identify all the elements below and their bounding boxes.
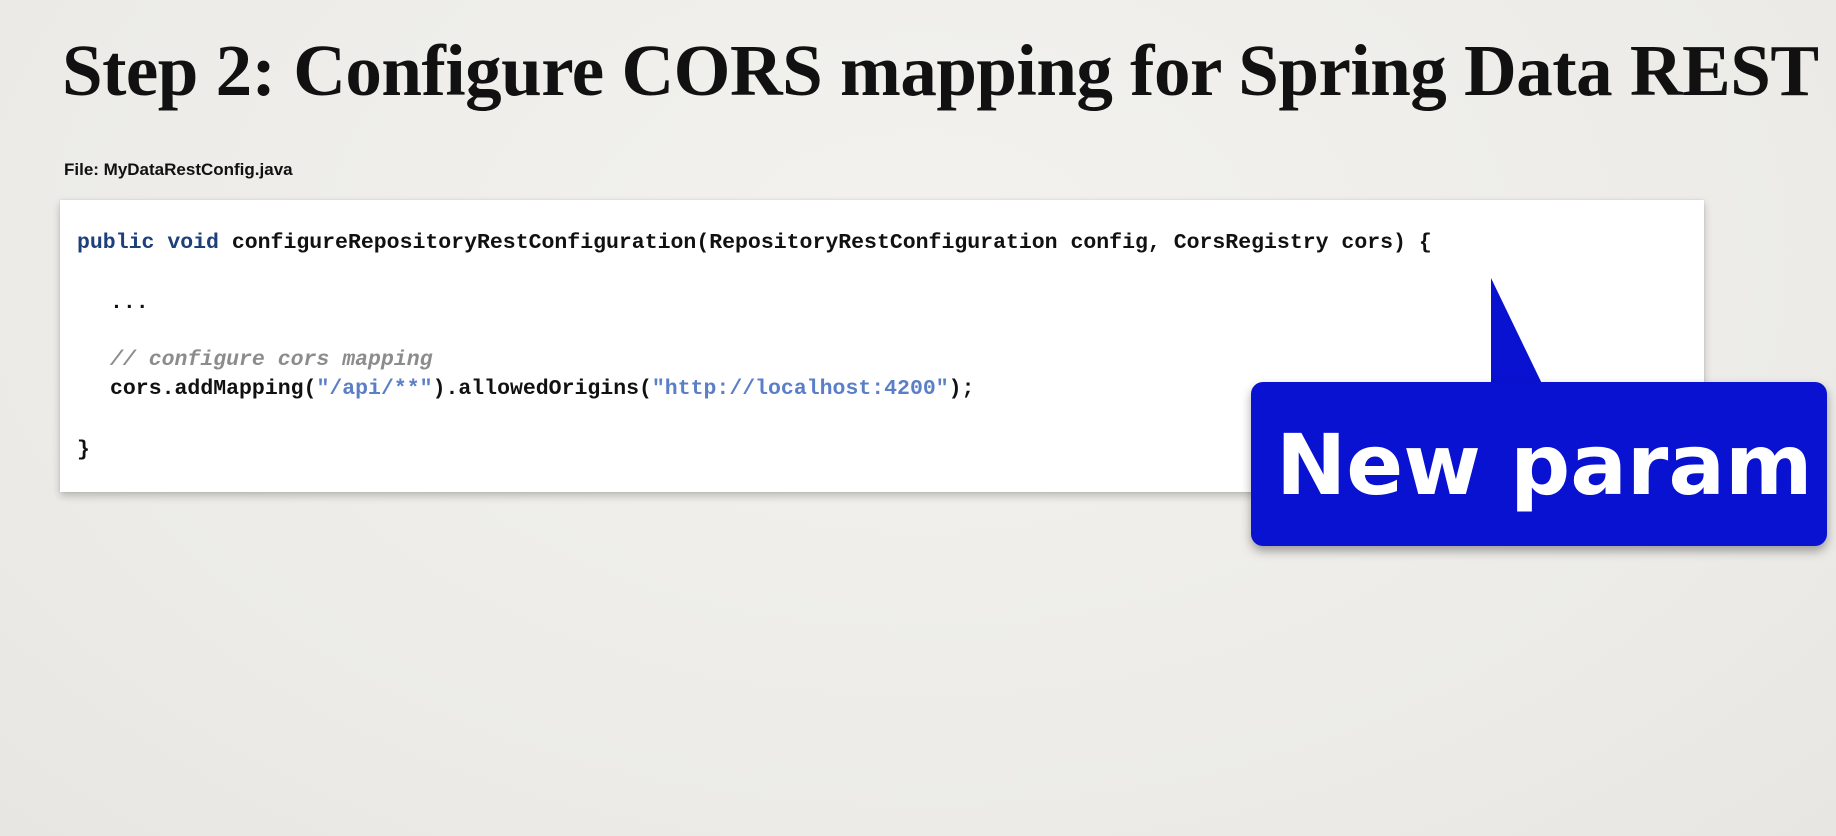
file-name-label: File: MyDataRestConfig.java <box>64 160 293 179</box>
callout-label: New param <box>1276 416 1813 514</box>
string-api-path: "/api/**" <box>316 377 433 401</box>
code-allowed-origins: ).allowedOrigins( <box>432 377 652 401</box>
code-line-ellipsis: ... <box>110 291 149 315</box>
code-line-add-mapping: cors.addMapping("/api/**").allowedOrigin… <box>110 376 974 402</box>
code-line-method-signature: public void configureRepositoryRestConfi… <box>77 230 1432 256</box>
slide-title: Step 2: Configure CORS mapping for Sprin… <box>62 30 1819 111</box>
code-statement-end: ); <box>948 377 975 401</box>
keyword-public: public <box>77 231 155 255</box>
code-cors-add-mapping: cors.addMapping( <box>110 377 317 401</box>
method-signature: configureRepositoryRestConfiguration(Rep… <box>231 231 1432 255</box>
keyword-void: void <box>167 231 219 255</box>
code-line-closing-brace: } <box>77 438 90 462</box>
string-localhost-url: "http://localhost:4200" <box>651 377 949 401</box>
code-line-comment: // configure cors mapping <box>110 348 433 372</box>
